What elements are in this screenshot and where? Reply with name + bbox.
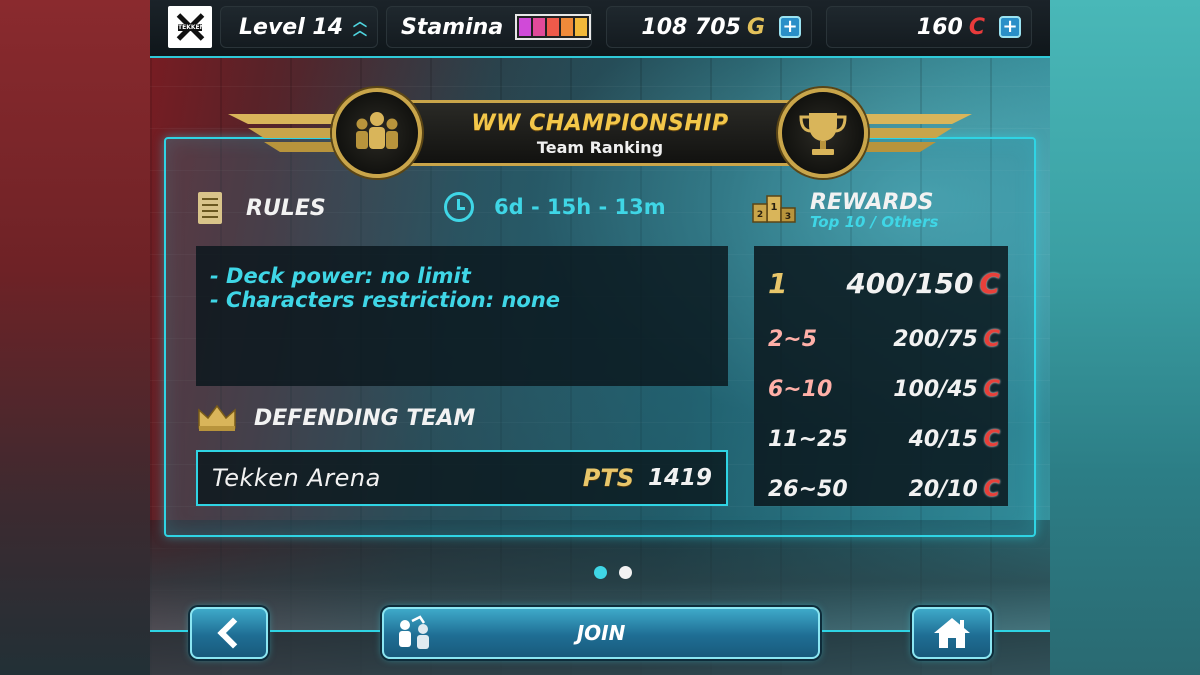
level-label: Level 14 bbox=[239, 14, 344, 40]
coin-currency-icon: C bbox=[983, 326, 1000, 352]
join-button[interactable]: JOIN bbox=[382, 607, 820, 659]
rewards-table: 1 400/150 C 2~5 200/75 C 6~10 100/45 C 11~2… bbox=[754, 246, 1008, 506]
tekken-logo-icon: TEKKEN bbox=[168, 6, 212, 48]
stamina-display: Stamina bbox=[386, 6, 592, 48]
gold-balance: 108 705 G + bbox=[606, 6, 812, 48]
stamina-cell bbox=[561, 18, 574, 36]
add-coins-button[interactable]: + bbox=[999, 16, 1021, 38]
banner-subtitle: Team Ranking bbox=[536, 138, 664, 157]
stamina-cell bbox=[533, 18, 546, 36]
svg-text:2: 2 bbox=[757, 210, 763, 220]
team-name: Tekken Arena bbox=[212, 464, 381, 492]
rewards-subtitle: Top 10 / Others bbox=[810, 213, 939, 231]
stamina-bar bbox=[515, 14, 591, 40]
chevron-left-icon bbox=[217, 617, 249, 649]
stamina-cell bbox=[547, 18, 560, 36]
join-label: JOIN bbox=[576, 621, 626, 645]
points-value: 1419 bbox=[647, 465, 712, 491]
countdown-value: 6d - 15h - 13m bbox=[494, 195, 666, 219]
coin-amount: 160 bbox=[916, 14, 963, 40]
trophy-icon bbox=[778, 88, 868, 178]
countdown-timer: 6d - 15h - 13m bbox=[444, 192, 666, 222]
rules-heading-label: RULES bbox=[246, 195, 326, 221]
background-left-blur bbox=[0, 0, 150, 675]
banner-title: WW CHAMPIONSHIP bbox=[471, 111, 729, 136]
reward-row: 1 400/150 C bbox=[768, 252, 1000, 314]
reward-amount-wrap: 400/150 C bbox=[846, 267, 1000, 300]
rewards-title: REWARDS bbox=[810, 190, 934, 215]
coin-currency-icon: C bbox=[979, 266, 1000, 300]
reward-amount-wrap: 40/15 C bbox=[909, 427, 1000, 452]
background-right-blur bbox=[1050, 0, 1200, 675]
reward-amount: 400/150 bbox=[846, 266, 974, 300]
home-icon bbox=[934, 618, 970, 648]
reward-amount: 20/10 bbox=[908, 476, 978, 502]
stamina-cell bbox=[575, 18, 588, 36]
reward-row: 2~5 200/75 C bbox=[768, 314, 1000, 364]
rewards-heading: 1 2 3 REWARDS Top 10 / Others bbox=[752, 190, 938, 231]
home-button[interactable] bbox=[912, 607, 992, 659]
reward-amount-wrap: 200/75 C bbox=[893, 327, 1000, 352]
player-level: Level 14 ︿ ︿ bbox=[220, 6, 378, 48]
coin-balance: 160 C + bbox=[826, 6, 1032, 48]
team-icon bbox=[332, 88, 422, 178]
points-label: PTS bbox=[582, 464, 634, 492]
rule-line: - Deck power: no limit bbox=[210, 264, 471, 288]
game-screen: TEKKEN Level 14 ︿ ︿ Stamina 108 705 G + 1… bbox=[150, 0, 1050, 675]
reward-amount-wrap: 20/10 C bbox=[909, 477, 1000, 502]
reward-amount: 100/45 bbox=[893, 376, 978, 402]
reward-amount-wrap: 100/45 C bbox=[893, 377, 1000, 402]
add-gold-button[interactable]: + bbox=[779, 16, 801, 38]
stamina-cell bbox=[519, 18, 532, 36]
join-team-icon bbox=[399, 615, 429, 649]
coin-currency-icon: C bbox=[983, 376, 1000, 402]
page-indicator bbox=[594, 566, 632, 579]
reward-row: 26~50 20/10 C bbox=[768, 464, 1000, 514]
top-status-bar: TEKKEN Level 14 ︿ ︿ Stamina 108 705 G + 1… bbox=[150, 0, 1050, 58]
reward-rank: 26~50 bbox=[768, 476, 848, 502]
defending-team-label: DEFENDING TEAM bbox=[254, 405, 476, 431]
gold-amount: 108 705 bbox=[641, 14, 741, 40]
page-dot-1[interactable] bbox=[594, 566, 607, 579]
document-icon bbox=[198, 192, 222, 224]
reward-amount: 200/75 bbox=[893, 326, 978, 352]
page-dot-2[interactable] bbox=[619, 566, 632, 579]
reward-rank: 6~10 bbox=[768, 376, 833, 402]
coin-currency-icon: C bbox=[983, 426, 1000, 452]
rules-heading: RULES bbox=[198, 192, 326, 224]
double-chevron-up-icon: ︿ ︿ bbox=[353, 14, 368, 39]
reward-rank: 11~25 bbox=[768, 426, 848, 452]
coin-currency-icon: C bbox=[983, 476, 1000, 502]
podium-icon: 1 2 3 bbox=[752, 195, 796, 223]
reward-row: 6~10 100/45 C bbox=[768, 364, 1000, 414]
reward-rank: 1 bbox=[768, 266, 788, 300]
stamina-label: Stamina bbox=[401, 14, 504, 40]
reward-rank: 2~5 bbox=[768, 326, 818, 352]
defending-team-card: Tekken Arena PTS 1419 bbox=[196, 450, 728, 506]
back-button[interactable] bbox=[190, 607, 268, 659]
reward-row: 11~25 40/15 C bbox=[768, 414, 1000, 464]
defending-team-heading: DEFENDING TEAM bbox=[196, 404, 475, 432]
rules-box: - Deck power: no limit - Characters rest… bbox=[196, 246, 728, 386]
clock-icon bbox=[444, 192, 474, 222]
gold-currency-icon: G bbox=[746, 14, 765, 40]
svg-text:3: 3 bbox=[785, 212, 791, 222]
championship-banner: WW CHAMPIONSHIP Team Ranking bbox=[402, 100, 798, 166]
rule-line: - Characters restriction: none bbox=[210, 288, 561, 312]
reward-amount: 40/15 bbox=[908, 426, 978, 452]
crown-icon bbox=[198, 404, 236, 431]
coin-currency-icon: C bbox=[968, 14, 985, 40]
svg-text:1: 1 bbox=[771, 202, 778, 213]
